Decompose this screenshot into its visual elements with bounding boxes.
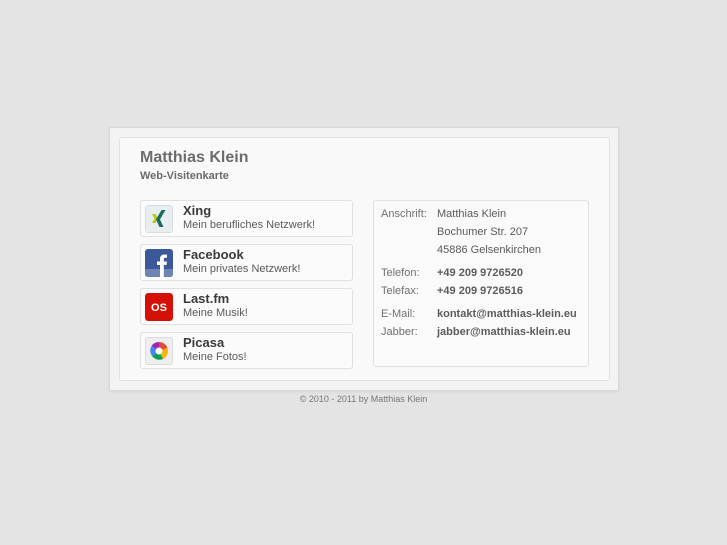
phone-label: Telefon: [381, 267, 420, 279]
card-subtitle: Web-Visitenkarte [140, 170, 229, 182]
phone-value[interactable]: +49 209 9726520 [437, 267, 523, 279]
address-line2: Bochumer Str. 207 [437, 226, 529, 238]
picasa-title: Picasa [183, 335, 225, 350]
lastfm-icon: OS [145, 293, 173, 321]
jabber-link[interactable]: jabber@matthias-klein.eu [437, 326, 571, 338]
address-line3: 45886 Gelsenkirchen [437, 244, 541, 256]
lastfm-desc: Meine Musik! [183, 307, 248, 319]
fax-label: Telefax: [381, 285, 419, 297]
fax-value: +49 209 9726516 [437, 285, 523, 297]
jabber-label: Jabber: [381, 326, 418, 338]
business-card: Matthias Klein Web-Visitenkarte Xing Mei… [109, 127, 619, 391]
lastfm-link[interactable]: OS Last.fm Meine Musik! [140, 288, 353, 325]
address-line1: Matthias Klein [437, 208, 507, 220]
picasa-desc: Meine Fotos! [183, 351, 247, 363]
contact-box: Anschrift: Matthias Klein Bochumer Str. … [373, 200, 589, 367]
lastfm-title: Last.fm [183, 291, 230, 306]
email-link[interactable]: kontakt@matthias-klein.eu [437, 308, 577, 320]
xing-desc: Mein berufliches Netzwerk! [183, 219, 316, 231]
email-label: E-Mail: [381, 308, 416, 320]
xing-title: Xing [183, 203, 212, 218]
card-name: Matthias Klein [140, 149, 249, 166]
footer-copyright: © 2010 - 2011 by Matthias Klein [299, 394, 428, 404]
svg-text:OS: OS [151, 302, 167, 314]
facebook-link[interactable]: Facebook Mein privates Netzwerk! [140, 244, 353, 281]
facebook-desc: Mein privates Netzwerk! [183, 263, 301, 275]
xing-link[interactable]: Xing Mein berufliches Netzwerk! [140, 200, 353, 237]
facebook-icon [145, 249, 173, 277]
card-panel: Matthias Klein Web-Visitenkarte Xing Mei… [119, 137, 610, 381]
picasa-icon [145, 337, 173, 365]
xing-icon [145, 205, 173, 233]
facebook-title: Facebook [183, 247, 244, 262]
address-label: Anschrift: [381, 208, 427, 220]
picasa-link[interactable]: Picasa Meine Fotos! [140, 332, 353, 369]
